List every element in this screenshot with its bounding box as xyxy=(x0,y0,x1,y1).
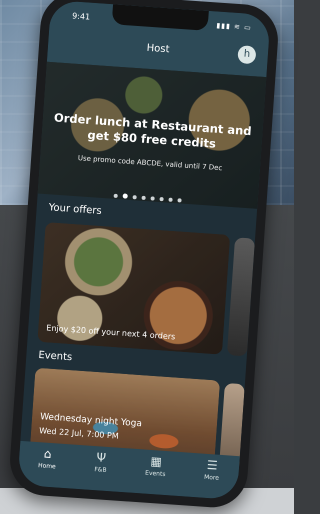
tab-more[interactable]: ☰ More xyxy=(204,458,220,482)
tab-label: F&B xyxy=(94,466,107,474)
tab-label: Events xyxy=(144,469,166,479)
menu-icon: ☰ xyxy=(206,457,219,473)
home-icon: ⌂ xyxy=(43,446,53,462)
phone-device: 9:41 ▮▮▮ ≋ ▭ Host h Order lunch at Resta… xyxy=(7,0,281,510)
tab-label: Home xyxy=(37,462,56,471)
carousel-dot[interactable] xyxy=(132,195,137,200)
tab-label: More xyxy=(203,473,220,482)
banner-subtitle: Use promo code ABCDE, valid until 7 Dec xyxy=(77,154,223,173)
tab-home[interactable]: ⌂ Home xyxy=(37,446,57,471)
page-title: Host xyxy=(146,42,170,56)
carousel-dot[interactable] xyxy=(113,193,118,199)
fork-knife-icon: Ψ xyxy=(96,450,107,465)
tab-fnb[interactable]: Ψ F&B xyxy=(94,450,108,474)
offer-card[interactable]: Enjoy $20 off your next 4 orders xyxy=(37,222,231,355)
calendar-icon: ▦ xyxy=(150,453,163,469)
offer-card-text: Enjoy $20 off your next 4 orders xyxy=(46,323,176,342)
carousel-dot[interactable] xyxy=(177,198,182,203)
carousel-dot[interactable] xyxy=(150,196,155,201)
promo-banner[interactable]: Order lunch at Restaurant and get $80 fr… xyxy=(37,61,267,209)
carousel-dot[interactable] xyxy=(168,197,173,202)
offer-card-next[interactable] xyxy=(226,237,256,357)
status-icons: ▮▮▮ ≋ ▭ xyxy=(216,21,253,32)
event-date: Wed 22 Jul, 7:00 PM xyxy=(38,426,119,441)
carousel-dot[interactable] xyxy=(159,196,164,202)
phone-screen: 9:41 ▮▮▮ ≋ ▭ Host h Order lunch at Resta… xyxy=(17,0,271,501)
carousel-dot[interactable] xyxy=(122,193,128,199)
status-time: 9:41 xyxy=(71,11,91,22)
carousel-dot[interactable] xyxy=(141,195,146,200)
tab-events[interactable]: ▦ Events xyxy=(145,454,167,478)
offers-section-title: Your offers xyxy=(48,202,102,217)
events-section-title: Events xyxy=(38,349,73,364)
banner-title: Order lunch at Restaurant and get $80 fr… xyxy=(53,110,253,151)
avatar[interactable]: h xyxy=(237,45,257,65)
